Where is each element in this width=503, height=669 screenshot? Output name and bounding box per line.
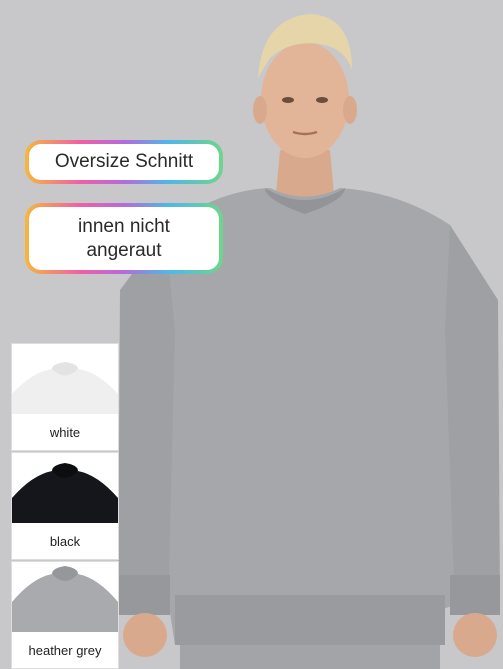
color-swatch-white[interactable]: white — [11, 343, 119, 451]
feature-badge-oversize-label: Oversize Schnitt — [29, 144, 219, 180]
feature-badge-not-brushed-label: innen nicht angeraut — [29, 207, 219, 270]
swatch-image-black — [12, 453, 118, 523]
swatch-label-heather-grey: heather grey — [28, 642, 102, 658]
swatch-image-heather-grey — [12, 562, 118, 632]
feature-badge-not-brushed: innen nicht angeraut — [25, 203, 223, 274]
swatch-label-black: black — [49, 533, 81, 549]
color-swatch-black[interactable]: black — [11, 452, 119, 560]
color-swatch-heather-grey[interactable]: heather grey — [11, 561, 119, 669]
feature-badge-oversize: Oversize Schnitt — [25, 140, 223, 184]
swatch-image-white — [12, 344, 118, 414]
swatch-label-white: white — [49, 424, 81, 440]
